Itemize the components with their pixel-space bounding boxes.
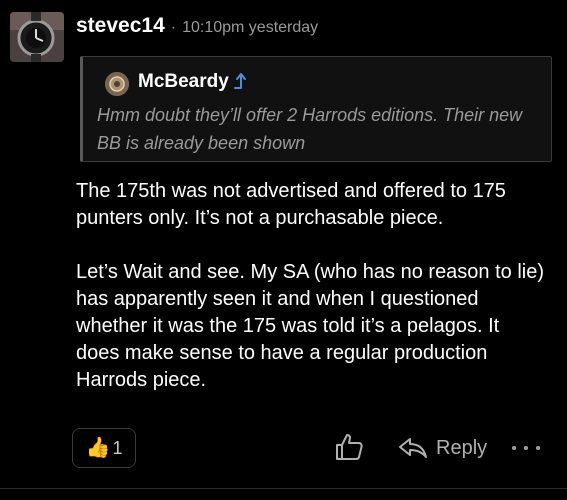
post: stevec14 · 10:10pm yesterday McBeardy Hm… <box>0 0 567 500</box>
quote-block: McBeardy Hmm doubt they’ll offer 2 Harro… <box>80 56 552 162</box>
ellipsis-icon <box>524 446 528 450</box>
quote-avatar[interactable] <box>105 72 129 96</box>
post-header: stevec14 · 10:10pm yesterday <box>76 14 318 44</box>
quote-username[interactable]: McBeardy <box>138 71 229 93</box>
reply-label: Reply <box>436 436 488 459</box>
reaction-count: 1 <box>112 437 123 458</box>
quote-avatar-image <box>105 72 129 96</box>
arrow-up-icon[interactable] <box>231 71 251 91</box>
post-body: The 175th was not advertised and offered… <box>76 178 546 394</box>
thumbs-up-icon[interactable] <box>333 431 365 463</box>
avatar[interactable] <box>10 12 64 62</box>
username[interactable]: stevec14 <box>76 14 165 38</box>
reaction-button[interactable]: 👍 1 <box>72 428 136 468</box>
ellipsis-icon <box>512 446 516 450</box>
post-paragraph: The 175th was not advertised and offered… <box>76 180 506 229</box>
ellipsis-icon <box>536 446 540 450</box>
watch-avatar-image <box>10 12 64 62</box>
reply-button[interactable]: Reply <box>398 432 487 464</box>
more-options-button[interactable] <box>512 436 540 460</box>
timestamp[interactable]: 10:10pm yesterday <box>182 19 318 37</box>
reply-icon <box>399 438 427 458</box>
quote-text: Hmm doubt they’ll offer 2 Harrods editio… <box>97 105 523 153</box>
thumbs-up-emoji-icon: 👍 <box>85 437 111 459</box>
post-paragraph: Let’s Wait and see. My SA (who has no re… <box>76 261 545 391</box>
divider <box>0 488 567 489</box>
separator-dot: · <box>170 19 177 36</box>
